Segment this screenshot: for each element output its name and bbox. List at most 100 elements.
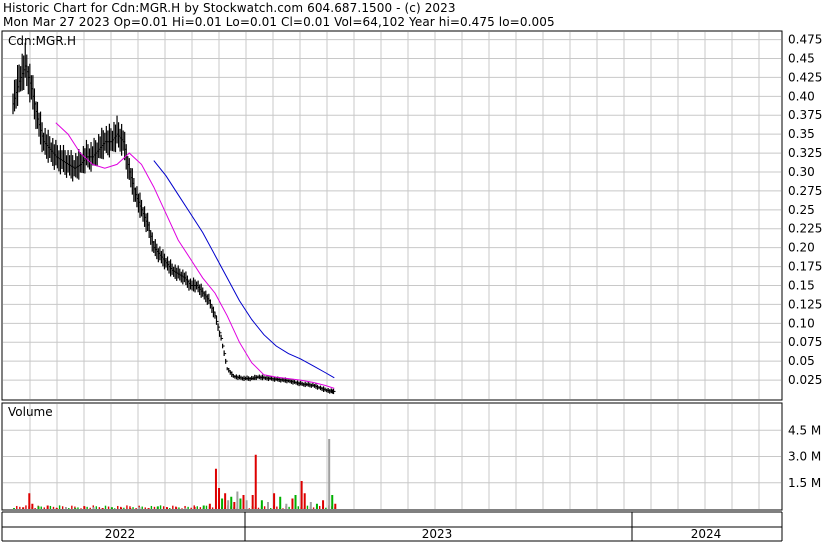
volume-bar bbox=[211, 507, 214, 509]
volume-bar bbox=[120, 507, 123, 509]
volume-bar bbox=[68, 508, 70, 509]
volume-bar bbox=[129, 508, 132, 509]
volume-bar bbox=[49, 505, 52, 509]
volume-bar bbox=[95, 506, 98, 509]
volume-bar bbox=[205, 505, 208, 509]
volume-bar bbox=[294, 495, 297, 509]
price-tick-label: 0.35 bbox=[788, 127, 815, 141]
volume-bar bbox=[86, 506, 88, 509]
volume-bar bbox=[13, 508, 15, 509]
volume-bar bbox=[153, 506, 156, 509]
volume-bar bbox=[89, 507, 91, 509]
volume-bar bbox=[150, 505, 153, 509]
volume-bar bbox=[300, 481, 303, 509]
volume-bar bbox=[31, 503, 34, 509]
x-label-2022: 2022 bbox=[105, 527, 136, 541]
volume-bar bbox=[322, 500, 325, 509]
volume-bar bbox=[40, 506, 42, 509]
price-tick-label: 0.075 bbox=[788, 335, 822, 349]
volume-bar bbox=[224, 493, 227, 509]
volume-tick-label: 3.0 M bbox=[788, 450, 821, 464]
volume-bar bbox=[55, 508, 58, 509]
volume-bar bbox=[181, 508, 183, 509]
price-tick-label: 0.15 bbox=[788, 278, 815, 292]
volume-bar bbox=[132, 507, 134, 509]
volume-bar bbox=[236, 491, 239, 509]
price-tick-label: 0.30 bbox=[788, 165, 815, 179]
volume-bar bbox=[279, 496, 282, 509]
volume-bar bbox=[230, 496, 233, 509]
volume-bar bbox=[254, 454, 257, 509]
price-tick-label: 0.10 bbox=[788, 316, 815, 330]
volume-bar bbox=[306, 505, 309, 509]
volume-bar bbox=[214, 468, 217, 509]
volume-bar bbox=[285, 503, 288, 509]
volume-bar bbox=[218, 488, 221, 509]
volume-bar bbox=[141, 506, 143, 509]
volume-bar bbox=[178, 507, 180, 509]
volume-bar bbox=[156, 506, 159, 509]
volume-bar bbox=[98, 507, 101, 509]
volume-bar bbox=[303, 493, 306, 509]
volume-bar bbox=[266, 502, 269, 509]
volume-bar bbox=[260, 500, 263, 509]
volume-bar bbox=[28, 493, 31, 509]
volume-bar bbox=[144, 507, 146, 509]
volume-bar bbox=[65, 507, 68, 509]
volume-bar bbox=[297, 506, 299, 509]
volume-bar bbox=[19, 506, 21, 509]
price-panel bbox=[1, 30, 783, 401]
volume-bar bbox=[184, 508, 187, 509]
volume-bar bbox=[138, 507, 141, 509]
price-tick-label: 0.40 bbox=[788, 89, 815, 103]
volume-bar bbox=[104, 505, 107, 509]
volume-bar bbox=[147, 508, 150, 509]
volume-bar bbox=[16, 505, 18, 509]
x-label-2024: 2024 bbox=[691, 527, 722, 541]
price-tick-label: 0.20 bbox=[788, 241, 815, 255]
volume-bar bbox=[312, 507, 315, 509]
volume-bar bbox=[288, 506, 290, 509]
price-y-axis: 0.475 0.45 0.425 0.40 0.375 0.35 0.325 0.30 0.27… bbox=[788, 33, 822, 388]
volume-bar bbox=[291, 498, 294, 509]
price-tick-label: 0.475 bbox=[788, 33, 822, 47]
volume-bar bbox=[257, 507, 260, 509]
volume-tick-label: 4.5 M bbox=[788, 423, 821, 437]
volume-bar bbox=[325, 507, 327, 509]
volume-bar bbox=[233, 502, 236, 509]
volume-bar bbox=[309, 502, 312, 509]
volume-bar bbox=[199, 507, 202, 509]
volume-bar bbox=[110, 507, 113, 509]
volume-bar bbox=[242, 495, 245, 509]
volume-bar bbox=[77, 507, 79, 509]
volume-bar bbox=[159, 505, 162, 509]
volume-bar bbox=[239, 498, 242, 509]
volume-bar bbox=[113, 508, 116, 509]
volume-bar bbox=[80, 508, 82, 509]
volume-bar bbox=[315, 503, 318, 509]
volume-bar bbox=[83, 506, 86, 509]
volume-bar bbox=[71, 505, 73, 509]
volume-bar bbox=[328, 439, 331, 509]
volume-bar bbox=[61, 506, 64, 509]
chart-canvas: 0.475 0.45 0.425 0.40 0.375 0.35 0.325 0.30 0.27… bbox=[1, 30, 822, 542]
volume-bar bbox=[221, 498, 224, 509]
volume-bar bbox=[58, 505, 61, 509]
volume-bar bbox=[126, 505, 128, 509]
price-tick-label: 0.275 bbox=[788, 184, 822, 198]
volume-bar bbox=[43, 507, 45, 509]
price-tick-label: 0.425 bbox=[788, 70, 822, 84]
volume-bar bbox=[319, 505, 321, 509]
price-tick-label: 0.125 bbox=[788, 297, 822, 311]
volume-bar bbox=[123, 507, 125, 509]
volume-bar bbox=[227, 500, 230, 509]
volume-bar bbox=[166, 507, 168, 509]
volume-bar bbox=[25, 505, 27, 509]
volume-bar bbox=[208, 503, 211, 509]
price-tick-label: 0.025 bbox=[788, 373, 822, 387]
stock-chart: Historic Chart for Cdn:MGR.H by Stockwat… bbox=[0, 0, 830, 543]
volume-bar bbox=[169, 508, 171, 509]
volume-bar bbox=[202, 505, 205, 509]
volume-bar bbox=[276, 506, 278, 509]
volume-bar bbox=[34, 508, 36, 509]
